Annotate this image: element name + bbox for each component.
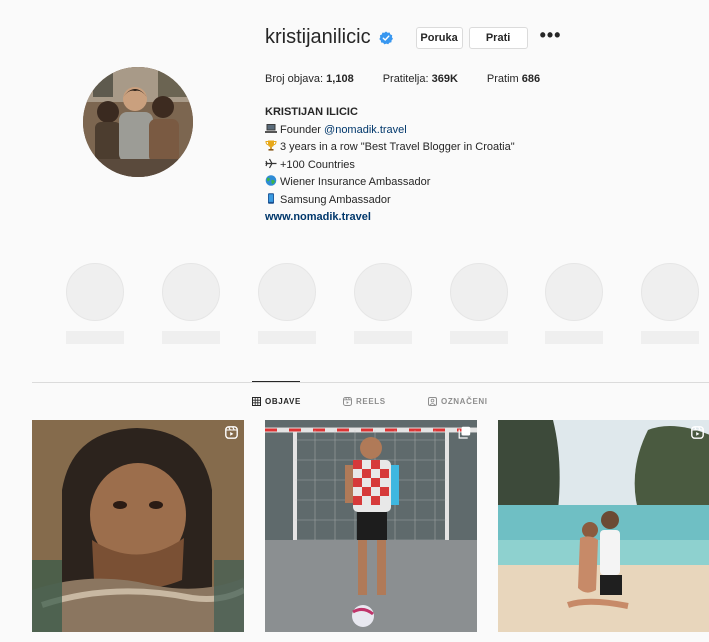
tab-reels-label: REELS xyxy=(356,397,386,406)
laptop-icon xyxy=(265,123,277,133)
profile-header: kristijanilicic Poruka Prati ••• xyxy=(265,26,561,49)
full-name: KRISTIJAN ILICIC xyxy=(265,106,358,118)
bio-line-samsung: Samsung Ambassador xyxy=(265,192,515,210)
posts-label: Broj objava: xyxy=(265,73,324,85)
tab-tagged-label: OZNAČENI xyxy=(441,397,488,406)
profile-avatar[interactable] xyxy=(83,67,193,177)
follow-button[interactable]: Prati xyxy=(468,26,528,49)
tab-posts[interactable]: OBJAVE xyxy=(252,397,301,406)
tab-reels[interactable]: REELS xyxy=(343,397,386,406)
followers-label: Pratitelja: xyxy=(382,73,429,85)
message-button[interactable]: Poruka xyxy=(415,26,463,49)
profile-stats: Broj objava: 1,108 Pratitelja: 369K Prat… xyxy=(265,73,569,85)
trophy-icon xyxy=(265,140,277,151)
profile-bio: KRISTIJAN ILICIC Founder @nomadik.travel… xyxy=(265,104,515,227)
tagged-icon xyxy=(428,397,437,406)
followers-value: 369K xyxy=(431,73,458,85)
phone-icon xyxy=(268,192,274,204)
post-thumbnail[interactable] xyxy=(498,420,709,632)
mention-link[interactable]: @nomadik.travel xyxy=(324,124,407,136)
bio-award-text: 3 years in a row "Best Travel Blogger in… xyxy=(280,141,515,153)
post-thumbnail[interactable] xyxy=(265,420,477,632)
posts-count: Broj objava: 1,108 xyxy=(265,73,354,85)
verified-badge-icon xyxy=(378,31,393,44)
highlight-placeholder[interactable] xyxy=(545,263,603,344)
bio-samsung-text: Samsung Ambassador xyxy=(280,193,391,206)
reels-icon xyxy=(343,397,352,406)
highlight-placeholder[interactable] xyxy=(354,263,412,344)
posts-value: 1,108 xyxy=(326,73,354,85)
tab-posts-label: OBJAVE xyxy=(265,397,301,406)
highlight-placeholder[interactable] xyxy=(258,263,316,344)
active-tab-indicator xyxy=(252,381,300,382)
bio-line-award: 3 years in a row "Best Travel Blogger in… xyxy=(265,139,515,157)
tabs-divider xyxy=(32,382,709,383)
grid-icon xyxy=(252,397,261,406)
post-thumbnail[interactable] xyxy=(32,420,244,632)
tab-tagged[interactable]: OZNAČENI xyxy=(428,397,488,406)
airplane-icon xyxy=(265,158,277,168)
following-label: Pratim xyxy=(486,73,519,85)
bio-insurance-text: Wiener Insurance Ambassador xyxy=(280,176,431,188)
username: kristijanilicic xyxy=(265,26,371,48)
highlight-placeholder[interactable] xyxy=(162,263,220,344)
bio-countries-text: +100 Countries xyxy=(280,158,355,171)
highlight-placeholder[interactable] xyxy=(450,263,508,344)
website-link[interactable]: www.nomadik.travel xyxy=(265,209,515,227)
following-value: 686 xyxy=(521,73,541,85)
globe-icon xyxy=(265,175,277,186)
post-image-beach xyxy=(498,420,709,632)
carousel-icon xyxy=(458,426,471,439)
more-options-icon[interactable]: ••• xyxy=(540,26,562,44)
highlight-placeholder[interactable] xyxy=(641,263,699,344)
avatar-photo xyxy=(83,67,193,177)
highlight-placeholder[interactable] xyxy=(66,263,124,344)
post-image-child xyxy=(32,420,244,632)
bio-line-founder: Founder @nomadik.travel xyxy=(265,122,515,140)
followers-count[interactable]: Pratitelja: 369K xyxy=(383,73,458,85)
post-image-football xyxy=(265,420,477,632)
bio-founder-text: Founder xyxy=(280,123,325,136)
reel-icon xyxy=(225,426,238,439)
reel-icon xyxy=(691,426,704,439)
bio-line-countries: +100 Countries xyxy=(265,157,515,175)
bio-line-insurance: Wiener Insurance Ambassador xyxy=(265,174,515,192)
following-count[interactable]: Pratim 686 xyxy=(487,73,540,85)
